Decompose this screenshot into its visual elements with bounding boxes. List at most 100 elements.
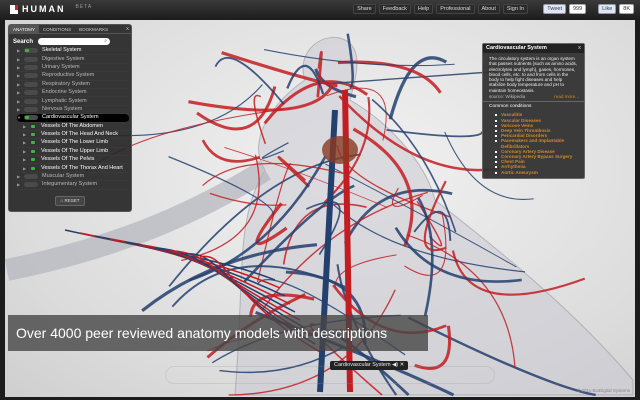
visibility-toggle[interactable] xyxy=(30,157,37,163)
expand-arrow-icon[interactable]: ▶ xyxy=(17,48,24,53)
visibility-toggle[interactable] xyxy=(30,123,37,129)
read-more-link[interactable]: read more... xyxy=(554,94,579,99)
expand-arrow-icon[interactable]: ▶ xyxy=(17,107,24,112)
expand-arrow-icon[interactable]: ▶ xyxy=(23,124,30,129)
logo[interactable]: HUMAN BETA xyxy=(10,4,92,14)
system-item[interactable]: ▶ Vessels Of The Abdomen xyxy=(17,123,129,131)
visibility-toggle[interactable] xyxy=(24,73,38,79)
system-label: Urinary System xyxy=(42,63,80,70)
close-icon[interactable]: x xyxy=(578,45,581,52)
expand-arrow-icon[interactable]: ▶ xyxy=(17,174,24,179)
expand-arrow-icon[interactable]: ▶ xyxy=(17,65,24,70)
expand-arrow-icon[interactable]: ▶ xyxy=(23,140,30,145)
visibility-toggle[interactable] xyxy=(24,81,38,87)
visibility-toggle[interactable] xyxy=(24,98,38,104)
expand-arrow-icon[interactable]: ▶ xyxy=(17,73,24,78)
expand-arrow-icon[interactable]: ▶ xyxy=(17,82,24,87)
vein xyxy=(386,128,484,138)
expand-arrow-icon[interactable]: ▶ xyxy=(17,182,24,187)
expand-arrow-icon[interactable]: ▶ xyxy=(17,57,24,62)
visibility-toggle[interactable] xyxy=(24,64,38,70)
visibility-toggle[interactable] xyxy=(24,174,38,180)
selection-name: Cardiovascular System xyxy=(334,362,391,368)
top-nav: Share Feedback Help Professional About S… xyxy=(353,4,528,14)
expand-arrow-icon[interactable]: ▶ xyxy=(23,157,30,162)
nav-help[interactable]: Help xyxy=(413,4,434,14)
info-source: source: Wikipedia xyxy=(489,94,526,100)
system-tree: ▶ Skeletal System ▶ Digestive System ▶ Urinar… xyxy=(9,47,131,190)
system-label: Endocrine System xyxy=(42,89,87,96)
conditions-list: Vasculitis Vascular Diseases Varicose Vein… xyxy=(483,112,584,175)
system-label: Vessels Of The Thorax And Heart xyxy=(41,164,123,171)
visibility-toggle[interactable] xyxy=(24,106,38,112)
system-item[interactable]: ▶ Urinary System xyxy=(17,63,129,73)
system-item[interactable]: ▶ Digestive System xyxy=(17,55,129,64)
top-bar: HUMAN BETA Share Feedback Help Profession… xyxy=(0,0,640,19)
expand-arrow-icon[interactable]: ▼ xyxy=(17,115,24,120)
visibility-toggle[interactable] xyxy=(24,90,38,96)
info-title-bar: Cardiovascular System x xyxy=(483,44,584,53)
reset-button[interactable]: ⌂ RESET xyxy=(55,195,85,206)
info-panel: Cardiovascular System x The circulatory s… xyxy=(482,43,585,179)
condition-link[interactable]: Pacemakers and Implantable Defibrillator… xyxy=(495,138,581,149)
system-item[interactable]: ▶ Vessels Of The Pelvis xyxy=(17,156,129,165)
expand-arrow-icon[interactable]: ▶ xyxy=(23,149,30,154)
system-item[interactable]: ▶ Vessels Of The Lower Limb xyxy=(17,139,129,148)
expand-arrow-icon[interactable]: ▶ xyxy=(17,90,24,95)
close-icon[interactable]: x xyxy=(124,25,131,33)
system-item[interactable]: ▶ Muscular System xyxy=(17,173,129,182)
system-item[interactable]: ▶ Reproductive System xyxy=(17,72,129,81)
nav-about[interactable]: About xyxy=(477,4,500,14)
system-label: Cardiovascular System xyxy=(42,114,99,121)
system-item[interactable]: ▼ Cardiovascular System xyxy=(17,114,129,123)
nav-share[interactable]: Share xyxy=(353,4,376,14)
logo-icon xyxy=(10,4,18,14)
reset-label: RESET xyxy=(64,197,80,203)
visibility-toggle[interactable] xyxy=(30,165,37,171)
system-label: Vessels Of The Head And Neck xyxy=(41,131,118,138)
system-item[interactable]: ▶ Vessels Of The Upper Limb xyxy=(17,148,129,157)
nav-professional[interactable]: Professional xyxy=(436,4,475,14)
system-item[interactable]: ▶ Endocrine System xyxy=(17,89,129,98)
speaker-icon[interactable]: ◀) xyxy=(392,362,398,368)
close-icon[interactable]: ✕ xyxy=(400,362,405,368)
tab-bookmarks[interactable]: Bookmarks xyxy=(75,25,112,33)
visibility-toggle[interactable] xyxy=(30,140,37,146)
beta-label: BETA xyxy=(75,3,93,10)
tweet-count: 999 xyxy=(568,4,587,14)
visibility-toggle[interactable] xyxy=(24,115,38,121)
system-item[interactable]: ▶ Vessels Of The Thorax And Heart xyxy=(17,164,129,173)
tweet-button[interactable]: Tweet xyxy=(543,4,566,14)
expand-arrow-icon[interactable]: ▶ xyxy=(23,132,30,137)
search-input[interactable]: ⌕ xyxy=(38,38,110,45)
copyright: © 2011 BioDigital Systems xyxy=(576,388,630,393)
expand-arrow-icon[interactable]: ▶ xyxy=(23,166,30,171)
tab-conditions[interactable]: Conditions xyxy=(39,25,75,33)
panel-tabs: Anatomy Conditions Bookmarks x xyxy=(9,25,131,34)
nav-feedback[interactable]: Feedback xyxy=(378,4,411,14)
nav-sign-in[interactable]: Sign In xyxy=(502,4,528,14)
system-label: Nervous System xyxy=(42,105,83,112)
tab-anatomy[interactable]: Anatomy xyxy=(9,25,39,33)
expand-arrow-icon[interactable]: ▶ xyxy=(17,99,24,104)
system-item[interactable]: ▶ Nervous System xyxy=(17,105,129,115)
system-label: Vessels Of The Pelvis xyxy=(41,156,95,163)
search-row: Search ⌕ xyxy=(9,34,131,47)
like-button[interactable]: Like xyxy=(598,4,617,14)
system-label: Muscular System xyxy=(42,173,85,180)
visibility-toggle[interactable] xyxy=(24,182,38,188)
system-item[interactable]: ▶ Skeletal System xyxy=(17,47,129,56)
system-label: Reproductive System xyxy=(42,72,95,79)
system-item[interactable]: ▶ Integumentary System xyxy=(17,181,129,190)
system-item[interactable]: ▶ Vessels Of The Head And Neck xyxy=(17,131,129,140)
artery xyxy=(201,139,261,163)
selection-label: Cardiovascular System ◀) ✕ xyxy=(330,361,409,370)
visibility-toggle[interactable] xyxy=(30,132,37,138)
system-item[interactable]: ▶ Respiratory System xyxy=(17,81,129,89)
visibility-toggle[interactable] xyxy=(24,48,38,54)
system-item[interactable]: ▶ Lymphatic System xyxy=(17,97,129,106)
logo-text: HUMAN xyxy=(22,4,66,14)
condition-link[interactable]: Aortic Aneurysm xyxy=(495,170,581,175)
visibility-toggle[interactable] xyxy=(24,56,38,62)
visibility-toggle[interactable] xyxy=(30,148,37,154)
